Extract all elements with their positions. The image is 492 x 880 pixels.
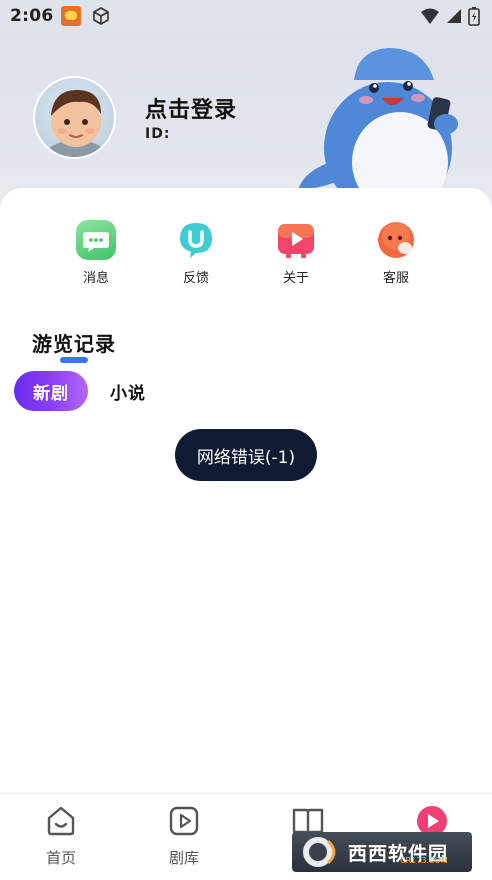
nav-library[interactable]: 剧库 <box>144 804 224 868</box>
play-square-icon <box>169 806 199 836</box>
login-button[interactable]: 点击登录 <box>145 92 237 124</box>
history-tabs: 新剧 小说 <box>14 371 146 411</box>
quick-action-about[interactable]: 关于 <box>246 220 346 286</box>
nav-label: 首页 <box>45 849 76 867</box>
feedback-u-icon <box>176 220 216 260</box>
cube-icon <box>93 7 110 25</box>
app-notification-icon <box>61 6 82 26</box>
whale-mascot-illustration <box>298 48 458 212</box>
support-face-icon <box>376 220 416 260</box>
play-tv-icon <box>276 220 316 260</box>
quick-action-label: 反馈 <box>182 271 209 286</box>
watermark-subtext: CR173.COM <box>400 856 448 865</box>
history-title: 游览记录 <box>32 332 116 356</box>
tab-new-drama[interactable]: 新剧 <box>14 371 88 411</box>
watermark-logo: 西西软件园 CR173.COM <box>292 832 472 872</box>
nav-label: 剧库 <box>168 849 199 867</box>
quick-action-label: 关于 <box>282 271 309 286</box>
chat-bubble-icon <box>76 220 116 260</box>
quick-actions: 消息 反馈 关于 客服 <box>46 220 446 286</box>
error-toast: 网络错误(-1) <box>175 429 317 481</box>
profile-header: 点击登录 ID: <box>0 32 492 212</box>
home-icon <box>47 806 75 836</box>
nav-home[interactable]: 首页 <box>21 804 101 868</box>
history-title-underline <box>60 357 88 363</box>
wifi-icon <box>421 8 439 24</box>
battery-icon <box>468 7 480 26</box>
avatar[interactable] <box>33 76 116 159</box>
quick-action-label: 客服 <box>382 271 409 286</box>
status-time: 2:06 <box>10 6 54 26</box>
watermark-emblem-icon <box>303 837 336 867</box>
quick-action-messages[interactable]: 消息 <box>46 220 146 286</box>
quick-action-feedback[interactable]: 反馈 <box>146 220 246 286</box>
tab-novel[interactable]: 小说 <box>110 379 146 404</box>
user-id-label: ID: <box>145 126 171 142</box>
status-bar: 2:06 <box>0 0 492 32</box>
quick-action-support[interactable]: 客服 <box>346 220 446 286</box>
quick-action-label: 消息 <box>82 271 109 286</box>
signal-icon <box>447 9 461 23</box>
